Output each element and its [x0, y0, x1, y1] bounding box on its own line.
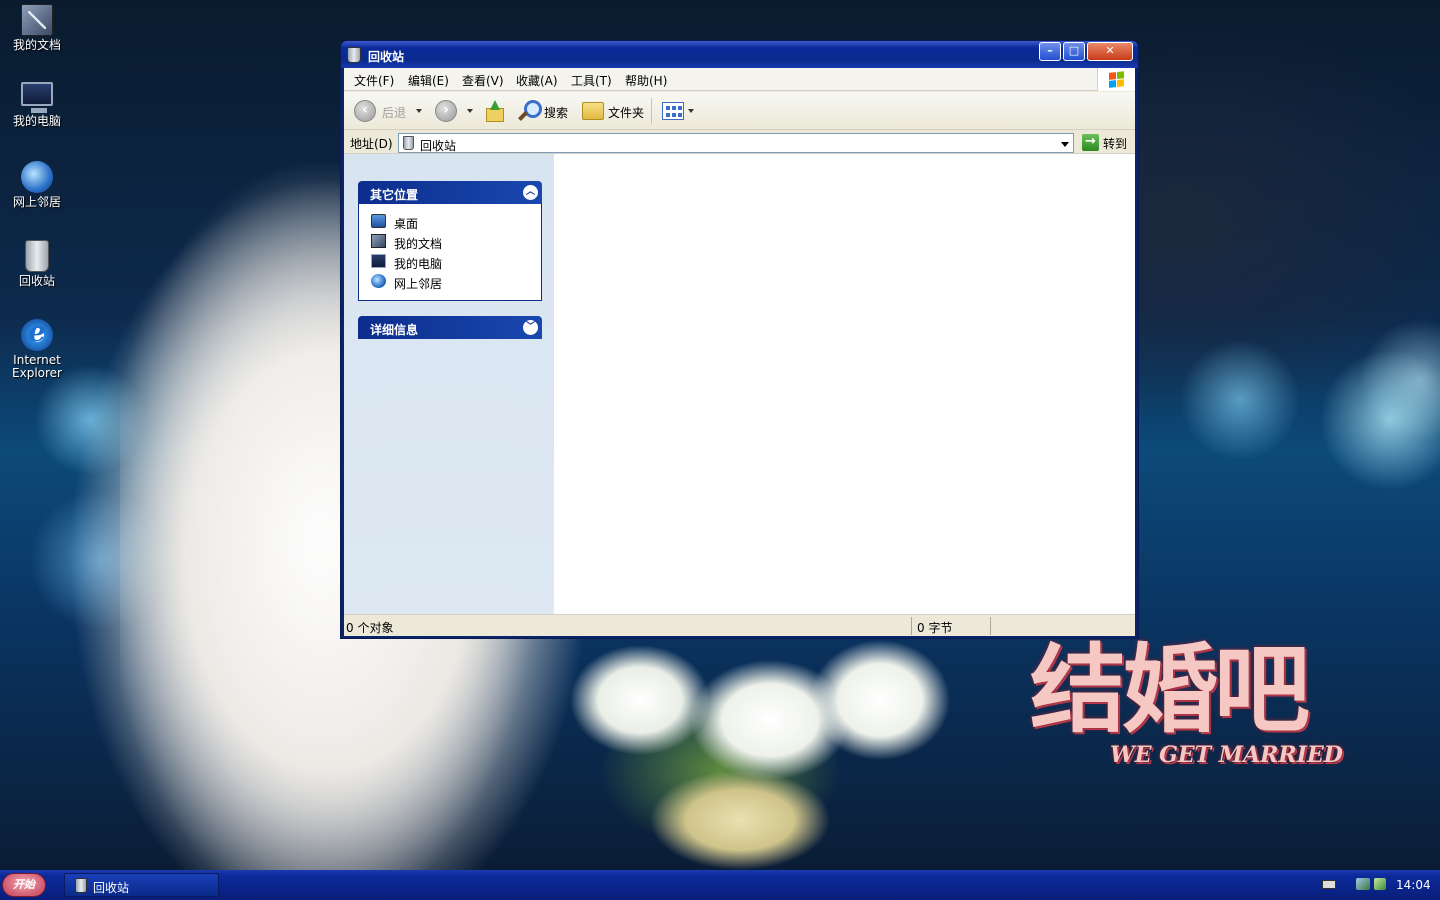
my-computer-icon [21, 82, 53, 113]
wallpaper-bouquet [520, 640, 960, 872]
menu-view[interactable]: 查看(V) [462, 72, 504, 89]
forward-dropdown-icon[interactable] [467, 109, 473, 113]
menu-file[interactable]: 文件(F) [354, 72, 394, 89]
status-bar: 0 个对象 0 字节 [344, 614, 1135, 636]
network-places-icon [21, 161, 53, 193]
keyboard-icon[interactable] [1322, 880, 1336, 889]
details-panel: 详细信息 ﹀ [358, 316, 542, 339]
address-value[interactable]: 回收站 [420, 137, 456, 154]
place-label[interactable]: 我的电脑 [394, 255, 442, 272]
desktop-icon-my-computer[interactable]: 我的电脑 [4, 82, 70, 128]
status-object-count: 0 个对象 [346, 621, 394, 635]
recycle-bin-window: 回收站 – □ ✕ 文件(F) 编辑(E) 查看(V) 收藏(A) 工具(T) … [340, 40, 1139, 639]
network-icon[interactable] [1356, 878, 1370, 890]
place-network-places[interactable]: 网上邻居 [371, 272, 541, 292]
menu-tools[interactable]: 工具(T) [571, 72, 612, 89]
recycle-bin-icon [25, 240, 49, 272]
recycle-bin-icon [347, 47, 361, 63]
toolbar: ‹ 后退 › 搜索 文件夹 [344, 92, 1135, 130]
status-size: 0 字节 [917, 621, 953, 635]
address-label: 地址(D) [350, 137, 393, 151]
address-dropdown-icon[interactable] [1061, 142, 1069, 147]
place-my-documents[interactable]: 我的文档 [371, 232, 541, 252]
folder-up-icon[interactable] [484, 100, 504, 122]
go-arrow-icon: → [1082, 134, 1099, 151]
forward-arrow-icon[interactable]: › [435, 100, 457, 122]
desktop-icon-network-places[interactable]: 网上邻居 [4, 161, 70, 209]
clock[interactable]: 14:04 [1396, 878, 1431, 892]
system-tray: 14:04 [1310, 870, 1440, 900]
other-places-body: 桌面 我的文档 我的电脑 网上邻居 [358, 204, 542, 301]
folders-button[interactable]: 文件夹 [608, 104, 644, 121]
desktop-icon-label: Explorer [12, 366, 62, 380]
wallpaper-logo-subtitle: WE GET MARRIED [1110, 742, 1343, 768]
menu-bar: 文件(F) 编辑(E) 查看(V) 收藏(A) 工具(T) 帮助(H) [344, 68, 1135, 91]
address-bar: 地址(D) 回收站 → 转到 [344, 131, 1135, 154]
desktop-icon-label: 回收站 [18, 274, 55, 288]
details-header[interactable]: 详细信息 ﹀ [358, 316, 542, 339]
menu-edit[interactable]: 编辑(E) [408, 72, 449, 89]
wallpaper-logo-title: 结婚吧 [1030, 633, 1310, 746]
chevron-down-icon[interactable]: ﹀ [523, 320, 538, 335]
place-my-computer[interactable]: 我的电脑 [371, 252, 541, 272]
desktop-icon [371, 214, 386, 228]
taskbar-item-recycle-bin[interactable]: 回收站 [64, 873, 219, 897]
recycle-bin-icon [75, 878, 87, 893]
taskbar-item-label: 回收站 [93, 881, 130, 895]
menu-favorites[interactable]: 收藏(A) [516, 72, 558, 89]
minimize-button[interactable]: – [1039, 42, 1061, 61]
back-arrow-icon[interactable]: ‹ [354, 100, 376, 122]
close-button[interactable]: ✕ [1087, 42, 1133, 61]
views-dropdown-icon[interactable] [688, 109, 694, 113]
content-area: 其它位置 ︿ 桌面 我的文档 我的电脑 网上邻居 详细信息 ﹀ [344, 154, 1135, 614]
volume-icon[interactable] [1374, 878, 1386, 890]
menu-help[interactable]: 帮助(H) [625, 72, 667, 89]
desktop-icon-label: 网上邻居 [12, 195, 61, 209]
go-label: 转到 [1103, 137, 1128, 151]
views-icon[interactable] [662, 102, 684, 120]
place-label[interactable]: 桌面 [394, 215, 418, 232]
status-divider [990, 617, 991, 635]
network-places-icon [371, 274, 386, 288]
task-pane: 其它位置 ︿ 桌面 我的文档 我的电脑 网上邻居 详细信息 ﹀ [344, 154, 554, 614]
folders-icon[interactable] [582, 102, 604, 120]
start-button[interactable]: 开始 [2, 873, 46, 897]
desktop-icon-my-documents[interactable]: 我的文档 [4, 4, 70, 52]
window-client: 文件(F) 编辑(E) 查看(V) 收藏(A) 工具(T) 帮助(H) ‹ 后退… [344, 68, 1135, 636]
toolbar-separator [651, 98, 652, 124]
status-divider [911, 617, 912, 635]
other-places-header[interactable]: 其它位置 ︿ [358, 181, 542, 204]
my-documents-icon [21, 4, 53, 36]
other-places-panel: 其它位置 ︿ 桌面 我的文档 我的电脑 网上邻居 [358, 181, 542, 301]
back-dropdown-icon[interactable] [416, 109, 422, 113]
maximize-button[interactable]: □ [1063, 42, 1085, 61]
desktop-icon-internet-explorer[interactable]: Internet Explorer [4, 315, 70, 380]
desktop-icon-label: 我的电脑 [12, 114, 61, 128]
search-button[interactable]: 搜索 [544, 104, 568, 121]
window-title: 回收站 [368, 50, 405, 64]
place-label[interactable]: 我的文档 [394, 235, 442, 252]
chevron-up-icon[interactable]: ︿ [523, 185, 538, 200]
search-icon[interactable] [518, 100, 542, 122]
internet-explorer-icon [21, 315, 53, 351]
address-field[interactable]: 回收站 [398, 133, 1074, 153]
recycle-bin-icon [403, 136, 414, 150]
wallpaper-logo: 结婚吧 WE GET MARRIED [1030, 630, 1410, 810]
back-label[interactable]: 后退 [382, 104, 406, 121]
details-title: 详细信息 [370, 323, 419, 337]
title-bar[interactable]: 回收站 – □ ✕ [341, 41, 1138, 68]
desktop-icon-recycle-bin[interactable]: 回收站 [4, 240, 70, 288]
other-places-title: 其它位置 [370, 188, 419, 202]
taskbar: 开始 回收站 14:04 [0, 870, 1440, 900]
windows-logo-icon [1097, 68, 1135, 91]
place-desktop[interactable]: 桌面 [371, 212, 541, 232]
my-documents-icon [371, 234, 386, 248]
my-computer-icon [371, 254, 386, 268]
desktop-icon-label: 我的文档 [12, 38, 61, 52]
place-label[interactable]: 网上邻居 [394, 275, 442, 292]
go-button[interactable]: → 转到 [1080, 133, 1132, 153]
